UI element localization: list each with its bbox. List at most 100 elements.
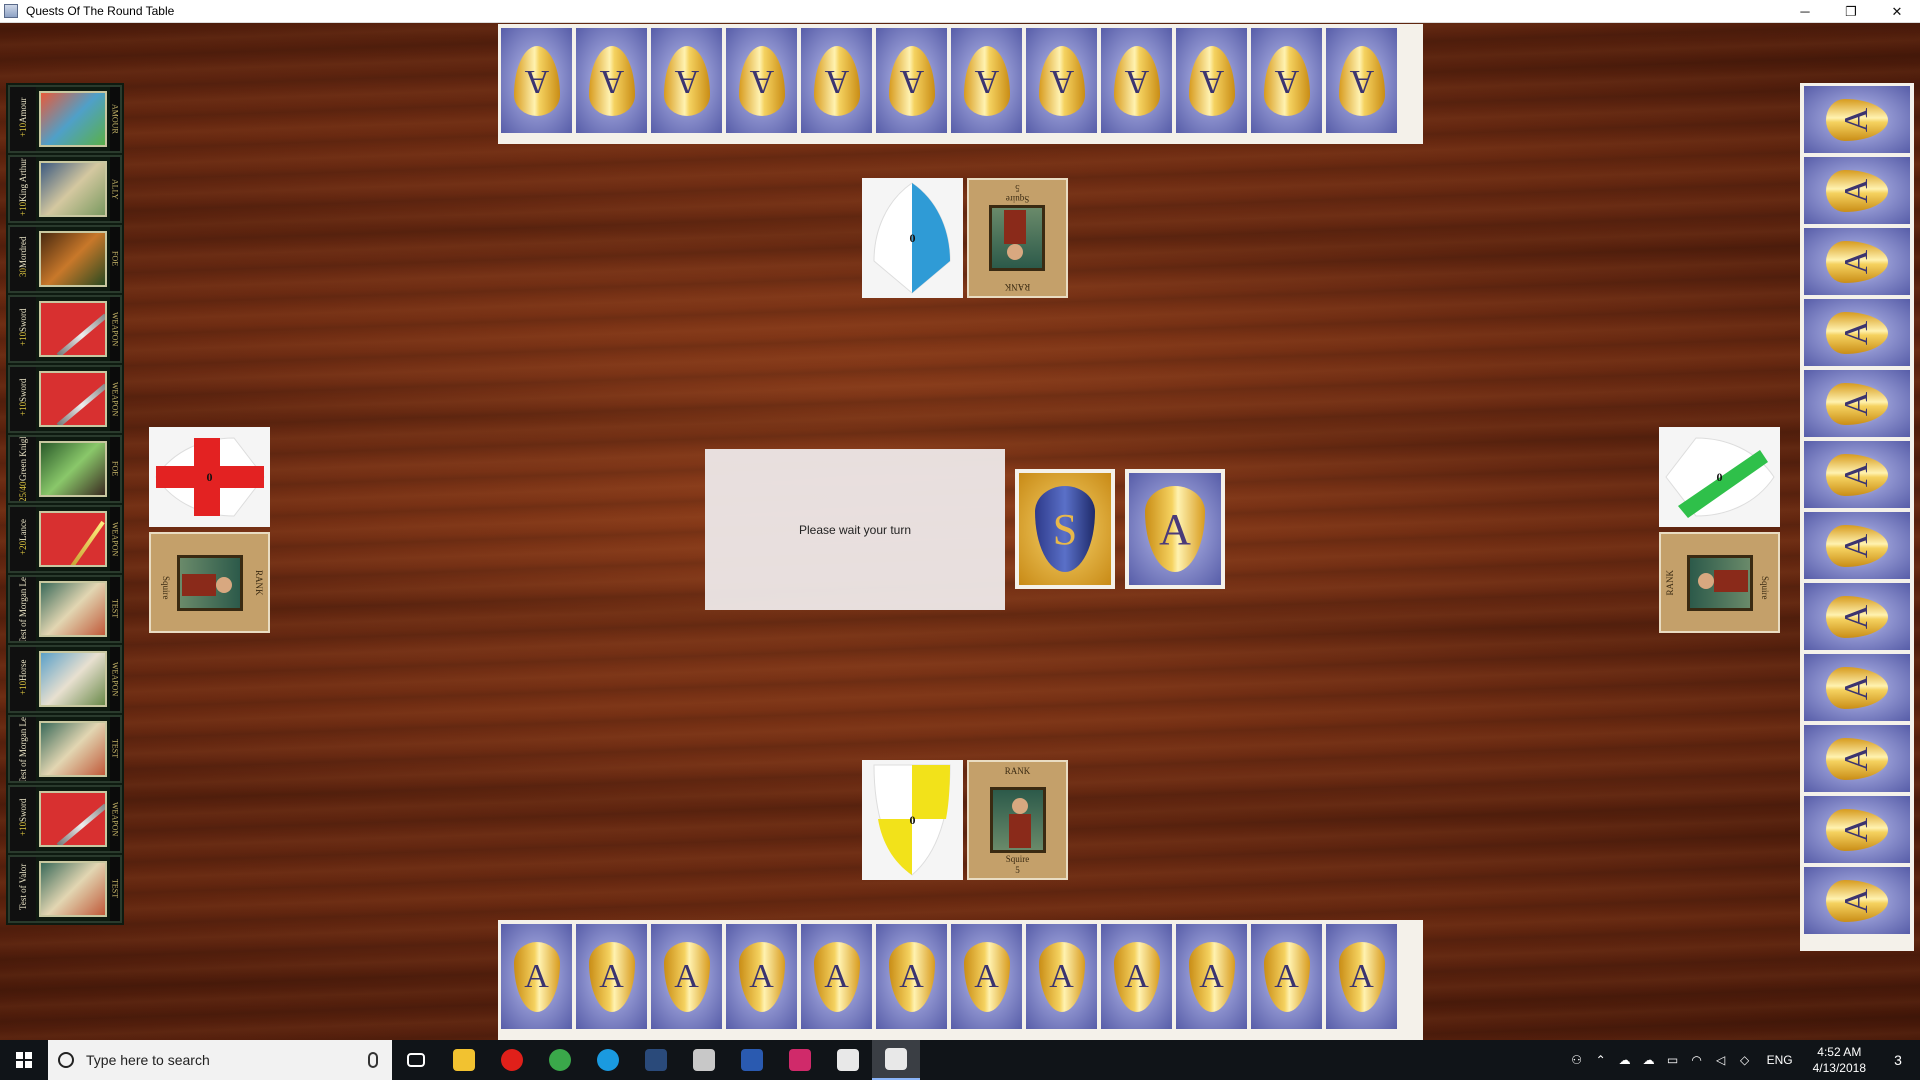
squire-portrait (989, 205, 1046, 271)
card-back[interactable]: A (1804, 583, 1910, 650)
played-card[interactable]: 30 Mordred FOE (8, 225, 122, 293)
card-type: WEAPON (110, 367, 120, 431)
card-back[interactable]: A (1326, 28, 1397, 133)
card-back[interactable]: A (1804, 86, 1910, 153)
card-back[interactable]: A (1251, 28, 1322, 133)
shield-icon: A (1826, 595, 1888, 638)
card-back[interactable]: A (1804, 867, 1910, 934)
card-back[interactable]: A (876, 924, 947, 1029)
card-back[interactable]: A (1026, 924, 1097, 1029)
java-taskbar-icon[interactable] (824, 1040, 872, 1080)
card-back[interactable]: A (1804, 725, 1910, 792)
restore-button[interactable]: ❐ (1828, 0, 1874, 23)
card-back[interactable]: A (1804, 441, 1910, 508)
action-center-icon[interactable]: 3 (1876, 1040, 1920, 1080)
card-back[interactable]: A (1804, 512, 1910, 579)
minimize-button[interactable]: ─ (1782, 0, 1828, 23)
shield-icon: A (1826, 666, 1888, 709)
card-type: FOE (110, 227, 120, 291)
card-back[interactable]: A (726, 28, 797, 133)
language-indicator[interactable]: ENG (1757, 1053, 1803, 1067)
window-title: Quests Of The Round Table (26, 4, 175, 18)
played-card[interactable]: +10 Sword WEAPON (8, 295, 122, 363)
file-explorer-taskbar-icon[interactable] (440, 1040, 488, 1080)
card-back[interactable]: A (1804, 370, 1910, 437)
status-message-text: Please wait your turn (798, 522, 912, 537)
shield-icon: A (1263, 45, 1310, 116)
battery-icon[interactable]: ▭ (1661, 1040, 1685, 1080)
played-card[interactable]: +10 King Arthur ALLY (8, 155, 122, 223)
top-opponent-rank-card: RANK Squire 5 (967, 178, 1068, 298)
clock[interactable]: 4:52 AM 4/13/2018 (1803, 1044, 1876, 1076)
played-card[interactable]: 25/40 Green Knight FOE (8, 435, 122, 503)
adventure-deck[interactable]: A (1125, 469, 1225, 589)
card-back[interactable]: A (1804, 654, 1910, 721)
card-back[interactable]: A (1804, 299, 1910, 366)
played-card[interactable]: Test of Valor TEST (8, 855, 122, 923)
card-back[interactable]: A (651, 28, 722, 133)
played-card[interactable]: +10 Amour AMOUR (8, 85, 122, 153)
network-icon[interactable]: ◠ (1685, 1040, 1709, 1080)
onedrive-business-icon[interactable]: ☁ (1637, 1040, 1661, 1080)
card-back[interactable]: A (876, 28, 947, 133)
card-back[interactable]: A (951, 924, 1022, 1029)
taskbar-search[interactable]: Type here to search (48, 1040, 392, 1080)
card-back[interactable]: A (1176, 28, 1247, 133)
microphone-icon[interactable] (368, 1052, 378, 1068)
steam-taskbar-icon[interactable] (632, 1040, 680, 1080)
card-back[interactable]: A (1804, 796, 1910, 863)
card-name-strip: Test of Morgan Le F (10, 717, 36, 781)
intellij-taskbar-icon[interactable] (776, 1040, 824, 1080)
card-back[interactable]: A (726, 924, 797, 1029)
shield-icon: A (888, 941, 935, 1012)
card-back[interactable]: A (801, 924, 872, 1029)
opera-taskbar-icon[interactable] (488, 1040, 536, 1080)
card-value: 30 (18, 268, 28, 278)
card-back[interactable]: A (1101, 924, 1172, 1029)
card-back[interactable]: A (1326, 924, 1397, 1029)
played-card[interactable]: +10 Horse WEAPON (8, 645, 122, 713)
card-value: +20 (18, 540, 28, 556)
played-card[interactable]: Test of Morgan Le F TEST (8, 715, 122, 783)
game-window-taskbar-icon[interactable] (872, 1040, 920, 1080)
played-card[interactable]: +10 Sword WEAPON (8, 365, 122, 433)
chrome-taskbar-icon[interactable] (536, 1040, 584, 1080)
card-name: Test of Morgan Le F (18, 717, 28, 781)
card-back[interactable]: A (1251, 924, 1322, 1029)
card-type: ALLY (110, 157, 120, 221)
card-name: Mordred (18, 236, 28, 269)
dropbox-icon[interactable]: ◇ (1733, 1040, 1757, 1080)
start-button[interactable] (0, 1040, 48, 1080)
card-art (39, 371, 107, 427)
card-back[interactable]: A (951, 28, 1022, 133)
close-button[interactable]: ✕ (1874, 0, 1920, 23)
skype-taskbar-icon[interactable] (584, 1040, 632, 1080)
card-back[interactable]: A (501, 924, 572, 1029)
card-back[interactable]: A (576, 28, 647, 133)
card-back[interactable]: A (501, 28, 572, 133)
card-back[interactable]: A (1804, 228, 1910, 295)
chevron-up-icon[interactable]: ⌃ (1589, 1040, 1613, 1080)
card-back[interactable]: A (801, 28, 872, 133)
story-deck[interactable]: S (1015, 469, 1115, 589)
played-card[interactable]: +10 Sword WEAPON (8, 785, 122, 853)
played-card[interactable]: Test of Morgan Le F TEST (8, 575, 122, 643)
card-back[interactable]: A (651, 924, 722, 1029)
word-taskbar-icon[interactable] (728, 1040, 776, 1080)
left-shield-value: 0 (206, 469, 213, 484)
card-back[interactable]: A (1176, 924, 1247, 1029)
onedrive-icon[interactable]: ☁ (1613, 1040, 1637, 1080)
app-ship-taskbar-icon[interactable] (680, 1040, 728, 1080)
card-back[interactable]: A (1101, 28, 1172, 133)
card-art (39, 161, 107, 217)
played-card[interactable]: +20 Lance WEAPON (8, 505, 122, 573)
card-back[interactable]: A (576, 924, 647, 1029)
card-value: +10 (18, 122, 28, 137)
right-shield-value: 0 (1716, 469, 1723, 484)
task-view-taskbar-icon[interactable] (392, 1040, 440, 1080)
volume-icon[interactable]: ◁ (1709, 1040, 1733, 1080)
people-icon[interactable]: ⚇ (1565, 1040, 1589, 1080)
card-name: Sword (18, 308, 28, 332)
card-back[interactable]: A (1026, 28, 1097, 133)
card-back[interactable]: A (1804, 157, 1910, 224)
